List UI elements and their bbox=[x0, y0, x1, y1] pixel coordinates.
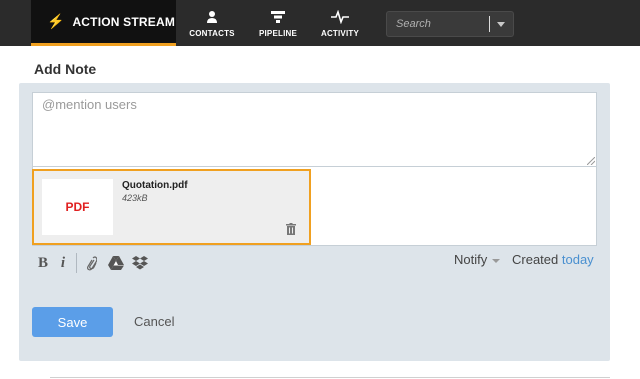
note-textarea[interactable]: @mention users bbox=[32, 92, 597, 167]
search-divider bbox=[489, 16, 490, 32]
created-label: Created bbox=[512, 252, 559, 267]
funnel-icon bbox=[269, 9, 287, 25]
save-button[interactable]: Save bbox=[32, 307, 113, 337]
pdf-thumbnail-label: PDF bbox=[65, 200, 90, 214]
textarea-placeholder: @mention users bbox=[42, 97, 137, 112]
paperclip-icon[interactable] bbox=[85, 254, 99, 272]
top-nav-bar: ⚡ ACTION STREAM CONTACTS PIPELINE ACTIVI… bbox=[0, 0, 640, 46]
search-placeholder: Search bbox=[396, 18, 431, 30]
cancel-button[interactable]: Cancel bbox=[134, 314, 174, 329]
nav-item-contacts[interactable]: CONTACTS bbox=[186, 0, 238, 46]
divider bbox=[50, 377, 610, 378]
bold-button[interactable]: B bbox=[36, 254, 50, 272]
tab-action-stream-label: ACTION STREAM bbox=[72, 14, 176, 29]
nav-item-label: ACTIVITY bbox=[320, 28, 360, 38]
pdf-thumbnail: PDF bbox=[42, 179, 113, 235]
dropbox-icon[interactable] bbox=[131, 254, 148, 272]
search-input[interactable]: Search bbox=[386, 11, 514, 37]
chevron-down-icon[interactable] bbox=[492, 259, 500, 263]
resize-handle-icon[interactable] bbox=[587, 157, 595, 165]
lightning-icon: ⚡ bbox=[47, 13, 65, 29]
tab-action-stream[interactable]: ⚡ ACTION STREAM bbox=[31, 0, 176, 46]
trash-icon[interactable] bbox=[286, 223, 296, 235]
pulse-icon bbox=[331, 9, 349, 25]
nav-item-label: CONTACTS bbox=[189, 28, 235, 38]
notify-dropdown[interactable]: Notify bbox=[454, 252, 487, 267]
attachment-size: 423kB bbox=[122, 193, 148, 203]
nav-item-activity[interactable]: ACTIVITY bbox=[318, 0, 362, 46]
chevron-down-icon[interactable] bbox=[497, 22, 505, 27]
nav-item-pipeline[interactable]: PIPELINE bbox=[256, 0, 300, 46]
nav-item-label: PIPELINE bbox=[258, 28, 298, 38]
attachment-filename: Quotation.pdf bbox=[122, 180, 188, 191]
created-date-link[interactable]: today bbox=[562, 252, 594, 267]
italic-button[interactable]: i bbox=[58, 254, 68, 272]
page-title: Add Note bbox=[34, 61, 97, 77]
google-drive-icon[interactable] bbox=[107, 254, 124, 272]
person-icon bbox=[203, 9, 221, 25]
toolbar-divider bbox=[76, 253, 77, 273]
created-info: Created today bbox=[512, 252, 594, 267]
attachment-card[interactable]: PDF Quotation.pdf 423kB bbox=[32, 169, 311, 245]
